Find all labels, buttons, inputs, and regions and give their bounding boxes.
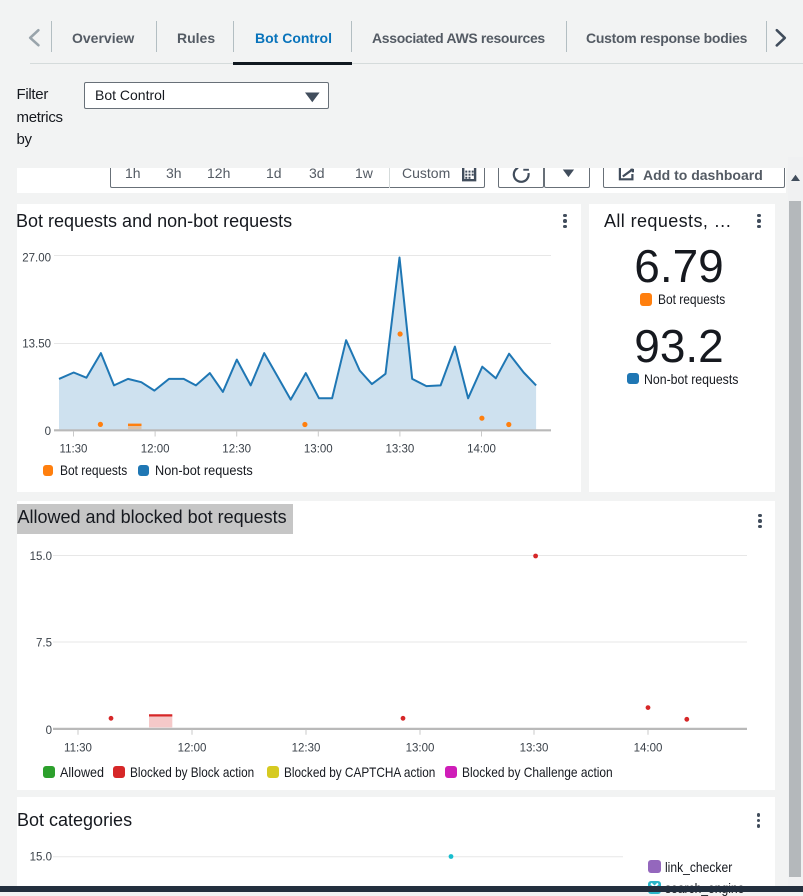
svg-text:13.50: 13.50 (22, 339, 51, 351)
svg-text:0: 0 (45, 426, 51, 438)
svg-text:15.0: 15.0 (30, 551, 52, 563)
svg-text:13:30: 13:30 (386, 444, 415, 456)
svg-text:12:30: 12:30 (292, 743, 321, 755)
svg-text:14:00: 14:00 (467, 444, 496, 456)
svg-text:27.00: 27.00 (22, 253, 51, 265)
svg-text:13:00: 13:00 (406, 743, 435, 755)
svg-text:12:00: 12:00 (141, 444, 170, 456)
svg-text:15.0: 15.0 (30, 852, 52, 864)
svg-text:13:00: 13:00 (304, 444, 333, 456)
svg-text:11:30: 11:30 (60, 444, 88, 456)
svg-text:12:00: 12:00 (178, 743, 207, 755)
svg-text:7.5: 7.5 (36, 637, 52, 649)
svg-text:13:30: 13:30 (520, 743, 549, 755)
svg-text:0: 0 (46, 725, 52, 737)
svg-text:14:00: 14:00 (634, 743, 663, 755)
svg-text:11:30: 11:30 (64, 743, 92, 755)
svg-text:12:30: 12:30 (222, 444, 251, 456)
